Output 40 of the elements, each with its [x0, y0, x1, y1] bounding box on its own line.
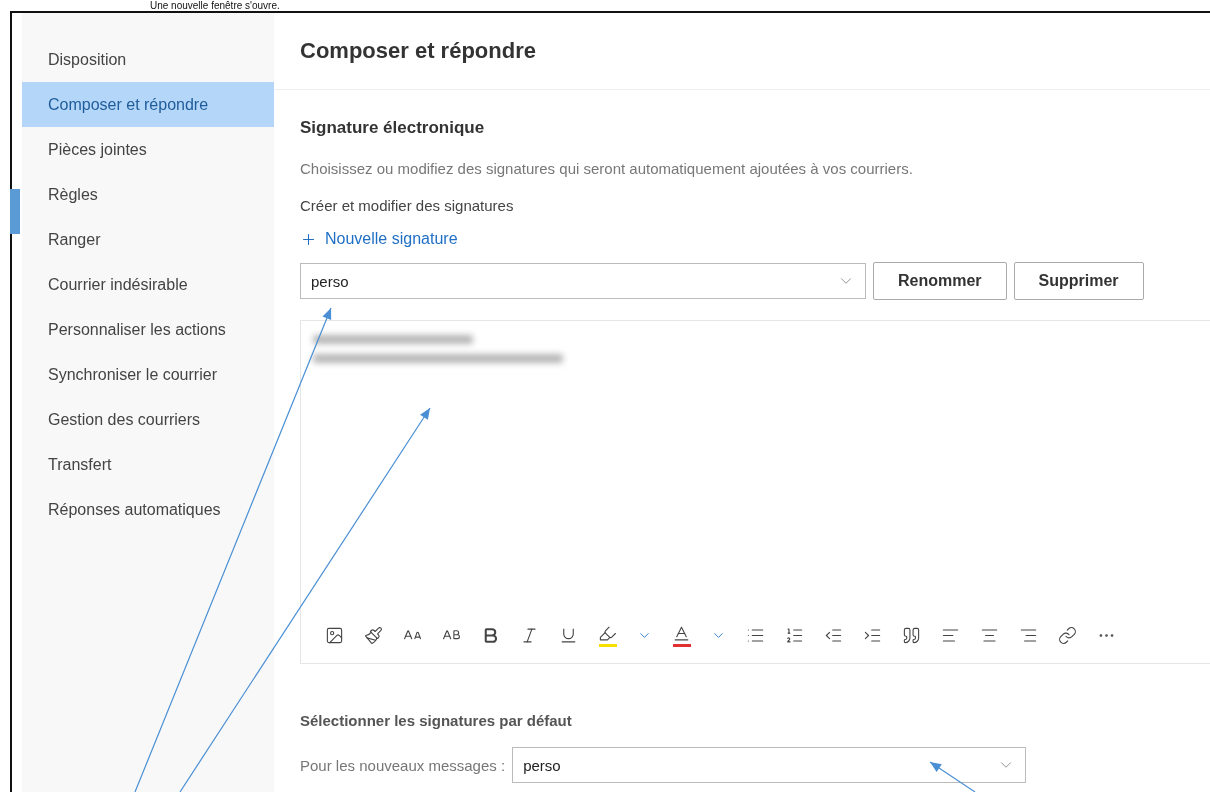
section-description: Choisissez ou modifiez des signatures qui seront automatiquement ajoutées à vos courriers.: [300, 160, 914, 177]
new-signature-link[interactable]: Nouvelle signature: [300, 230, 458, 248]
field-label: Pour les nouveaux messages :: [300, 756, 506, 774]
sidebar-item[interactable]: Transfert: [22, 442, 274, 487]
sidebar-item[interactable]: Synchroniser le courrier: [22, 352, 274, 397]
italic-icon[interactable]: [520, 626, 539, 645]
annotation-arrow: [929, 761, 976, 792]
action-button[interactable]: Renommer: [873, 262, 1007, 300]
quote-icon[interactable]: [902, 626, 921, 645]
section-subtitle: Créer et modifier des signatures: [300, 197, 515, 214]
align-right-icon[interactable]: [1019, 626, 1038, 645]
align-center-icon[interactable]: [980, 626, 999, 645]
align-left-icon[interactable]: [941, 626, 960, 645]
indent-decrease-icon[interactable]: [824, 626, 843, 645]
sidebar-item[interactable]: Règles: [22, 172, 274, 217]
sidebar-item[interactable]: Pièces jointes: [22, 127, 274, 172]
sidebar-item[interactable]: Composer et répondre: [22, 82, 274, 127]
bullet-list-icon[interactable]: [746, 626, 765, 645]
sidebar-item[interactable]: Ranger: [22, 217, 274, 262]
page-title: Composer et répondre: [274, 13, 1210, 90]
font-color-icon[interactable]: [672, 624, 691, 647]
underline-icon[interactable]: [559, 626, 578, 645]
defaults-title: Sélectionner les signatures par défaut: [300, 712, 573, 729]
highlighter-icon[interactable]: [598, 624, 617, 647]
indent-increase-icon[interactable]: [863, 626, 882, 645]
sidebar-item[interactable]: Disposition: [22, 37, 274, 82]
sidebar-item[interactable]: Courrier indésirable: [22, 262, 274, 307]
link-icon[interactable]: [1058, 626, 1077, 645]
image-icon[interactable]: [325, 626, 344, 645]
sidebar-item[interactable]: Personnaliser les actions: [22, 307, 274, 352]
sidebar-item[interactable]: Gestion des courriers: [22, 397, 274, 442]
new-messages-select[interactable]: perso: [512, 747, 1027, 783]
selection-marker: [10, 189, 20, 234]
signature-select[interactable]: perso: [300, 263, 866, 299]
caption-text: Une nouvelle fenêtre s'ouvre.: [149, 0, 281, 11]
paintbrush-icon[interactable]: [364, 626, 383, 645]
action-button[interactable]: Supprimer: [1013, 262, 1144, 300]
numbered-list-icon[interactable]: [785, 626, 804, 645]
section-title: Signature électronique: [300, 118, 486, 138]
sidebar-item[interactable]: Réponses automatiques: [22, 487, 274, 532]
